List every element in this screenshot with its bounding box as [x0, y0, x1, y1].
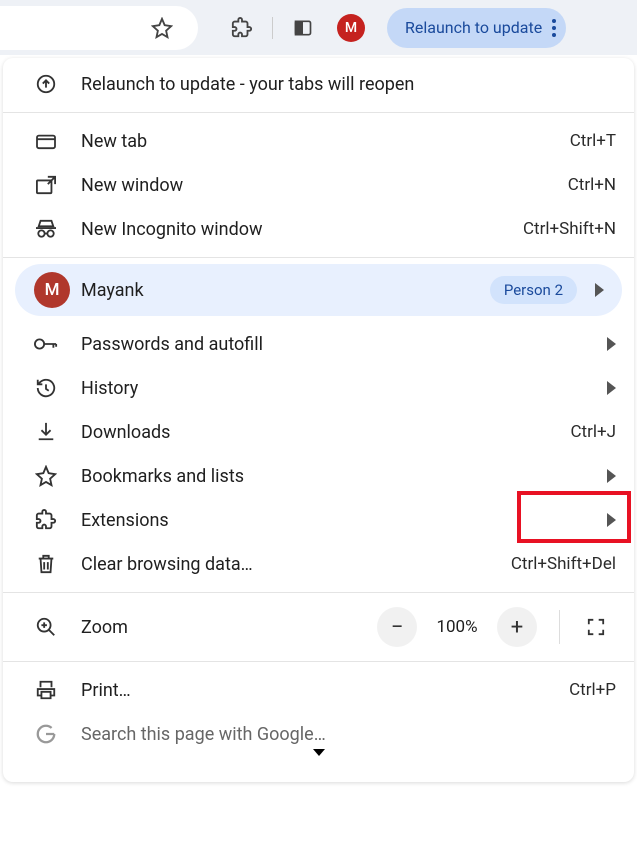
- update-arrow-icon: [11, 73, 81, 95]
- profile-name: Mayank: [81, 280, 490, 301]
- menu-label: Passwords and autofill: [81, 334, 607, 355]
- zoom-out-button[interactable]: −: [377, 607, 417, 647]
- menu-label: Clear browsing data…: [81, 554, 511, 575]
- bookmark-star-icon[interactable]: [140, 6, 184, 50]
- relaunch-update-button[interactable]: Relaunch to update: [387, 8, 566, 48]
- trash-icon: [11, 553, 81, 575]
- chevron-right-icon: [607, 337, 616, 351]
- menu-item-extensions[interactable]: Extensions: [3, 498, 634, 542]
- menu-item-new-tab[interactable]: New tab Ctrl+T: [3, 119, 634, 163]
- menu-label: Bookmarks and lists: [81, 466, 607, 487]
- menu-shortcut: Ctrl+Shift+Del: [511, 554, 616, 574]
- toolbar-divider: [272, 17, 273, 39]
- chevron-right-icon: [595, 283, 604, 297]
- menu-shortcut: Ctrl+J: [570, 422, 616, 442]
- menu-label: New tab: [81, 131, 570, 152]
- menu-kebab-icon[interactable]: [552, 19, 556, 37]
- menu-shortcut: Ctrl+P: [569, 680, 616, 700]
- menu-shortcut: Ctrl+Shift+N: [523, 219, 616, 239]
- menu-label: Extensions: [81, 510, 607, 531]
- chevron-right-icon: [607, 469, 616, 483]
- avatar-letter: M: [337, 14, 365, 42]
- incognito-icon: [11, 219, 81, 239]
- zoom-divider: [559, 610, 560, 644]
- chevron-right-icon: [607, 513, 616, 527]
- menu-label: New window: [81, 175, 568, 196]
- fullscreen-button[interactable]: [576, 607, 616, 647]
- menu-item-new-window[interactable]: New window Ctrl+N: [3, 163, 634, 207]
- tab-icon: [11, 132, 81, 150]
- printer-icon: [11, 679, 81, 701]
- chevron-right-icon: [607, 381, 616, 395]
- menu-separator: [3, 112, 634, 113]
- menu-separator: [3, 661, 634, 662]
- browser-toolbar: M Relaunch to update: [0, 0, 637, 55]
- menu-label: Relaunch to update - your tabs will reop…: [81, 74, 616, 95]
- relaunch-update-label: Relaunch to update: [405, 18, 542, 37]
- menu-label: Zoom: [81, 617, 377, 638]
- menu-label: New Incognito window: [81, 219, 523, 240]
- star-icon: [11, 465, 81, 487]
- menu-label: History: [81, 378, 607, 399]
- extensions-puzzle-icon[interactable]: [220, 6, 264, 50]
- avatar-letter: M: [34, 272, 70, 308]
- menu-item-history[interactable]: History: [3, 366, 634, 410]
- key-icon: [11, 336, 81, 352]
- menu-label: Print…: [81, 680, 569, 701]
- menu-item-downloads[interactable]: Downloads Ctrl+J: [3, 410, 634, 454]
- profile-avatar-icon: M: [23, 272, 81, 308]
- zoom-in-button[interactable]: +: [497, 607, 537, 647]
- menu-item-profile[interactable]: M Mayank Person 2: [15, 264, 622, 316]
- menu-item-bookmarks[interactable]: Bookmarks and lists: [3, 454, 634, 498]
- menu-item-passwords[interactable]: Passwords and autofill: [3, 322, 634, 366]
- magnifier-icon: [11, 616, 81, 638]
- history-icon: [11, 377, 81, 399]
- profile-badge: Person 2: [490, 276, 577, 304]
- chevron-down-icon: [313, 749, 325, 776]
- profile-avatar-toolbar[interactable]: M: [329, 6, 373, 50]
- menu-label: Search this page with Google…: [81, 724, 616, 745]
- new-window-icon: [11, 175, 81, 195]
- menu-separator: [3, 592, 634, 593]
- menu-label: Downloads: [81, 422, 570, 443]
- menu-item-print[interactable]: Print… Ctrl+P: [3, 668, 634, 712]
- download-icon: [11, 421, 81, 443]
- menu-separator: [3, 257, 634, 258]
- side-panel-icon[interactable]: [281, 6, 325, 50]
- menu-item-new-incognito[interactable]: New Incognito window Ctrl+Shift+N: [3, 207, 634, 251]
- address-bar-end[interactable]: [0, 6, 198, 50]
- menu-overflow-chevron[interactable]: [3, 756, 634, 776]
- zoom-value: 100%: [427, 617, 487, 637]
- menu-shortcut: Ctrl+T: [570, 131, 616, 151]
- menu-shortcut: Ctrl+N: [568, 175, 616, 195]
- menu-item-relaunch[interactable]: Relaunch to update - your tabs will reop…: [3, 62, 634, 106]
- menu-item-zoom: Zoom − 100% +: [3, 599, 634, 655]
- google-g-icon: [11, 723, 81, 745]
- puzzle-icon: [11, 509, 81, 531]
- chrome-main-menu: Relaunch to update - your tabs will reop…: [3, 58, 634, 782]
- menu-item-clear-data[interactable]: Clear browsing data… Ctrl+Shift+Del: [3, 542, 634, 586]
